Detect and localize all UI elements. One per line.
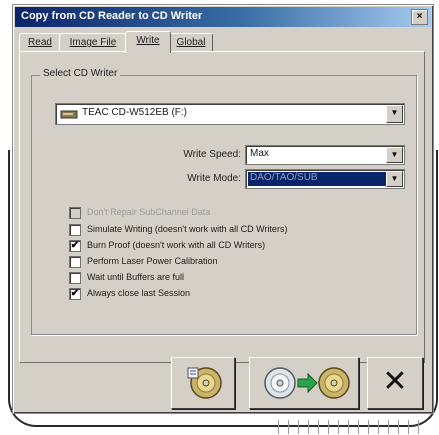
write-speed-value: Max: [250, 148, 269, 159]
tab-global[interactable]: Global: [169, 33, 213, 52]
write-mode-value: DAO/TAO/SUB: [250, 172, 318, 183]
chevron-down-icon[interactable]: ▼: [386, 171, 403, 187]
chevron-down-icon[interactable]: ▼: [386, 105, 403, 123]
checkbox-checked[interactable]: ✔: [69, 288, 81, 300]
option-label: Perform Laser Power Calibration: [87, 256, 218, 266]
close-icon: ✕: [382, 365, 408, 398]
option-label: Always close last Session: [87, 288, 191, 298]
checkbox-checked[interactable]: ✔: [69, 240, 81, 252]
cd-writer-value: TEAC CD-W512EB (F:): [82, 107, 188, 118]
write-speed-label: Write Speed:: [183, 149, 241, 160]
chevron-down-icon[interactable]: ▼: [386, 147, 403, 163]
write-speed-select[interactable]: Max ▼: [245, 145, 405, 165]
checkbox[interactable]: [69, 224, 81, 236]
write-mode-select[interactable]: DAO/TAO/SUB ▼: [245, 169, 405, 189]
title-bar: Copy from CD Reader to CD Writer ×: [15, 7, 431, 27]
copy-button[interactable]: [249, 357, 359, 409]
save-profile-button[interactable]: [171, 357, 235, 409]
tab-read[interactable]: Read: [19, 33, 61, 52]
window-title: Copy from CD Reader to CD Writer: [21, 10, 203, 22]
tab-write[interactable]: Write: [125, 31, 171, 53]
cancel-button[interactable]: ✕: [367, 357, 423, 409]
cd-writer-select[interactable]: TEAC CD-W512EB (F:) ▼: [55, 103, 405, 125]
background-ruler: [278, 420, 428, 434]
tab-image-file[interactable]: Image File: [59, 33, 127, 52]
cd-drive-icon: [60, 108, 78, 123]
group-label: Select CD Writer: [40, 68, 121, 79]
checkbox[interactable]: [69, 256, 81, 268]
close-window-button[interactable]: ×: [411, 9, 428, 25]
option-label: Burn Proof (doesn't work with all CD Wri…: [87, 240, 266, 250]
copy-dialog: Copy from CD Reader to CD Writer × Read …: [12, 4, 434, 414]
option-label: Don't Repair SubChannel Data: [87, 207, 211, 217]
option-label: Simulate Writing (doesn't work with all …: [87, 224, 288, 234]
checkbox[interactable]: [69, 272, 81, 284]
option-label: Wait until Buffers are full: [87, 272, 185, 282]
write-mode-label: Write Mode:: [187, 173, 241, 184]
checkbox[interactable]: [69, 207, 81, 219]
